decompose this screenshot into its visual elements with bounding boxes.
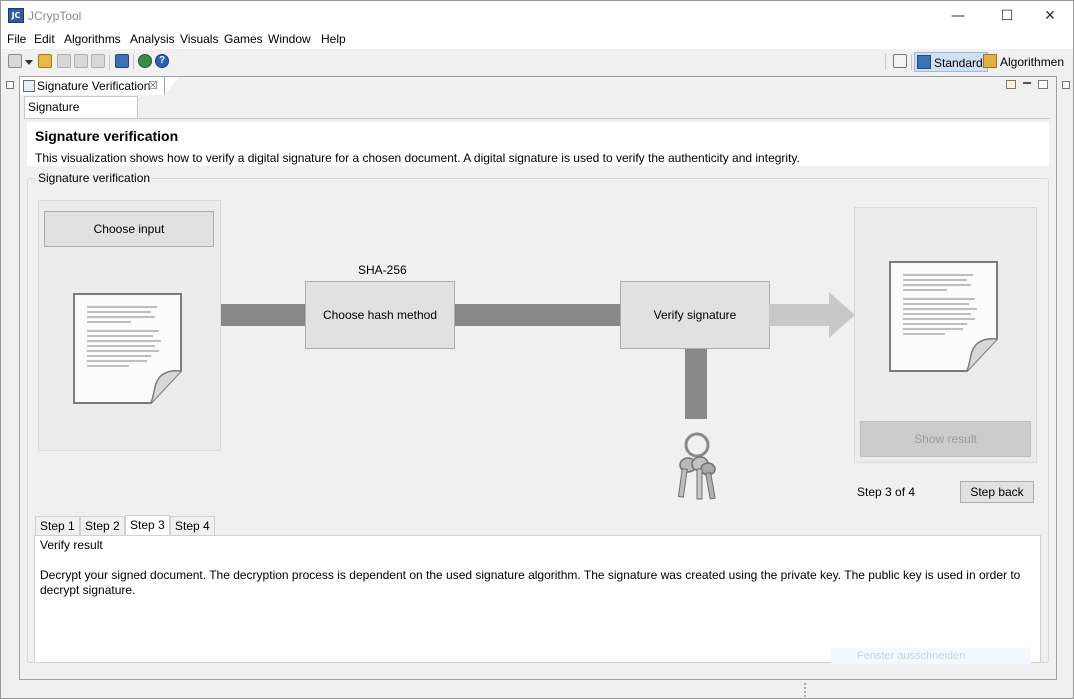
new-wizard-icon[interactable]: [8, 54, 22, 68]
tab-edge: [165, 77, 179, 95]
signature-verification-group: Signature verification Choose input SHA-…: [27, 171, 1049, 664]
snip-tool-ghost-label: Fenster ausschneiden: [831, 648, 1031, 664]
menu-visuals[interactable]: Visuals: [180, 32, 218, 46]
minimize-button[interactable]: —: [935, 1, 981, 31]
step-counter: Step 3 of 4: [857, 485, 916, 499]
arrow-segment-key-to-verify: [685, 349, 707, 419]
menu-games[interactable]: Games: [224, 32, 263, 46]
page-title: Signature verification: [35, 128, 179, 144]
status-divider: [804, 683, 807, 697]
menu-window[interactable]: Window: [268, 32, 311, 46]
tab-step-1[interactable]: Step 1: [35, 516, 80, 536]
toolbar-separator: [911, 54, 912, 70]
title-bar: JC JCrypTool — ☐ ✕: [1, 1, 1073, 31]
print-icon[interactable]: [91, 54, 105, 68]
open-folder-icon[interactable]: [38, 54, 52, 68]
menu-analysis[interactable]: Analysis: [130, 32, 175, 46]
restore-right-icon[interactable]: [1062, 81, 1070, 89]
tab-step-2[interactable]: Step 2: [80, 516, 125, 536]
document-tab-icon: [23, 80, 35, 92]
menu-help[interactable]: Help: [321, 32, 346, 46]
arrow-segment-input-to-hash: [221, 304, 305, 326]
status-bar: [1, 681, 1073, 699]
hash-algorithm-label: SHA-256: [358, 263, 407, 277]
tab-close-icon[interactable]: ☒: [148, 77, 158, 95]
close-button[interactable]: ✕: [1027, 1, 1073, 31]
help-context-icon[interactable]: [1006, 80, 1016, 89]
maximize-view-icon[interactable]: [1038, 80, 1048, 89]
menu-bar: File Edit Algorithms Analysis Visuals Ga…: [1, 31, 1073, 49]
console-icon[interactable]: [115, 54, 129, 68]
editor-tab-label: Signature Verification: [37, 79, 151, 93]
step-back-button[interactable]: Step back: [960, 481, 1034, 503]
standard-perspective-icon: [917, 55, 931, 69]
app-window: JC JCrypTool — ☐ ✕ File Edit Algorithms …: [0, 0, 1074, 699]
visual-content: Signature verification This visualizatio…: [24, 118, 1050, 676]
toolbar-separator: [133, 54, 134, 70]
choose-input-button[interactable]: Choose input: [44, 211, 214, 247]
tab-step-3[interactable]: Step 3: [125, 515, 170, 536]
web-globe-icon[interactable]: [138, 54, 152, 68]
result-document-icon: [889, 261, 998, 372]
window-title: JCrypTool: [28, 9, 82, 23]
choose-hash-method-button[interactable]: Choose hash method: [305, 281, 455, 349]
open-perspective-icon[interactable]: [893, 54, 907, 68]
toolbar-separator: [109, 54, 110, 70]
show-result-button[interactable]: Show result: [860, 421, 1031, 457]
menu-edit[interactable]: Edit: [34, 32, 55, 46]
restore-left-icon[interactable]: [6, 81, 14, 89]
input-document-icon: [73, 293, 182, 404]
menu-file[interactable]: File: [7, 32, 26, 46]
save-all-icon[interactable]: [74, 54, 88, 68]
step-text: Decrypt your signed document. The decryp…: [40, 568, 1021, 597]
page-description: This visualization shows how to verify a…: [35, 151, 800, 165]
arrow-to-result-icon: [769, 292, 855, 338]
perspective-standard-button[interactable]: Standard: [914, 52, 988, 72]
save-icon[interactable]: [57, 54, 71, 68]
verify-signature-button[interactable]: Verify signature: [620, 281, 770, 349]
step-heading: Verify result: [40, 538, 103, 552]
main-toolbar: ? Standard Algorithmen: [1, 49, 1073, 75]
perspective-algorithms-label: Algorithmen: [1000, 55, 1065, 69]
help-icon[interactable]: ?: [155, 54, 169, 68]
maximize-button[interactable]: ☐: [984, 1, 1030, 31]
arrow-segment-hash-to-verify: [455, 304, 620, 326]
perspective-algorithms-button[interactable]: Algorithmen: [981, 52, 1068, 72]
algorithms-perspective-icon: [983, 54, 997, 68]
perspective-standard-label: Standard: [934, 56, 983, 70]
menu-algorithms[interactable]: Algorithms: [64, 32, 121, 46]
dropdown-arrow-icon[interactable]: [25, 60, 33, 65]
jcryptool-app-icon: JC: [8, 8, 24, 23]
editor-area: Signature Verification ☒ Signature verif…: [19, 76, 1057, 680]
tab-signature-verification[interactable]: Signature verification: [24, 96, 138, 135]
toolbar-separator: [885, 54, 886, 70]
editor-tab-signature-verification[interactable]: Signature Verification ☒: [20, 77, 165, 95]
group-label: Signature verification: [36, 171, 153, 185]
minimize-view-icon[interactable]: [1023, 82, 1031, 84]
step-description-box: Verify result Decrypt your signed docume…: [34, 535, 1041, 664]
header-panel: Signature verification This visualizatio…: [27, 122, 1049, 166]
tab-step-4[interactable]: Step 4: [170, 516, 215, 536]
keys-icon: [677, 432, 716, 500]
